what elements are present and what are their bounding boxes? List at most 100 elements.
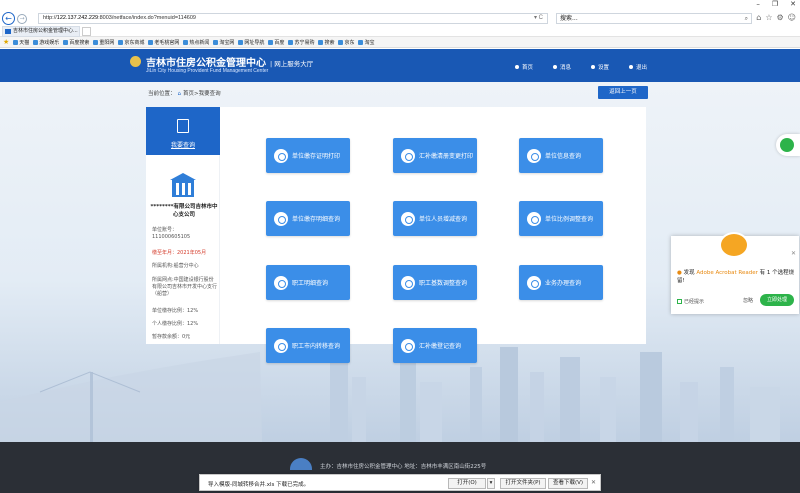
open-folder-button[interactable]: 打开文件夹(P) [500, 478, 546, 489]
site-header: 吉林市住房公积金管理中心 | 网上服务大厅 JiLin City Housing … [0, 49, 800, 82]
search-icon [401, 211, 415, 226]
home-icon [515, 65, 519, 69]
favorites-star-icon[interactable]: ★ [3, 38, 9, 46]
search-icon[interactable]: ⌕ [745, 14, 748, 23]
search-icon [527, 211, 541, 226]
open-dropdown-icon[interactable]: ▾ [487, 478, 495, 489]
window-controls: – ❐ ✕ [756, 0, 796, 8]
link-icon [148, 39, 154, 45]
footer-emblem-icon [290, 458, 312, 470]
query-document-icon [177, 119, 189, 133]
emblem-logo-icon [130, 56, 141, 67]
url-host: 122.137.242.229 [56, 15, 99, 21]
sidebar: 我要查询 ********有限公司吉林市中心支公司 单位账号： 11100060… [146, 107, 220, 344]
favorite-link[interactable]: 搜索 [318, 39, 334, 46]
print-icon [274, 148, 288, 163]
close-icon[interactable]: ✕ [791, 250, 796, 257]
site-title-english: JiLin City Housing Provident Fund Manage… [146, 68, 269, 74]
sidebar-heading[interactable]: 我要查询 [146, 107, 220, 155]
download-bar: 导入模版-同城转移合并.xls 下载已完成。 打开(O) ▾ 打开文件夹(P) … [199, 474, 601, 491]
back-arrow-icon[interactable]: ← [2, 12, 15, 25]
handle-now-button[interactable]: 立即处理 [760, 294, 794, 306]
wifi-icon [780, 138, 794, 152]
nav-logout[interactable]: 退出 [629, 63, 647, 71]
nav-messages[interactable]: 消息 [553, 63, 571, 71]
tab-active[interactable]: 吉林市住房公积金管理中心... [2, 26, 80, 37]
favorite-link[interactable]: 重阳网 [93, 39, 114, 46]
favorite-link[interactable]: 热点新闻 [183, 39, 209, 46]
home-icon: ⌂ [177, 91, 182, 97]
favorites-star-icon[interactable]: ☆ [765, 13, 772, 22]
favorite-link[interactable]: 京东商城 [118, 39, 144, 46]
tile-employee-detail[interactable]: 职工明细查询 [266, 265, 350, 300]
tile-unit-deposit-certificate[interactable]: 单位缴存证明打印 [266, 138, 350, 173]
tile-unit-ratio-adjust[interactable]: 单位比例调整查询 [519, 201, 603, 236]
mascot-icon [719, 232, 749, 258]
search-input[interactable]: 搜索... ⌕ [556, 13, 752, 24]
favorite-link[interactable]: 百度搜索 [63, 39, 89, 46]
link-icon [93, 39, 99, 45]
tile-supplement-register-print[interactable]: 汇补缴清册变更打印 [393, 138, 477, 173]
notification-message: ● 发现 Adobe Acrobat Reader 有 1 个选程烧留! [677, 270, 795, 284]
link-icon [213, 39, 219, 45]
window-titlebar: – ❐ ✕ [0, 0, 800, 11]
maximize-icon[interactable]: ❐ [772, 0, 778, 8]
site-subtitle: | 网上服务大厅 [270, 60, 314, 68]
power-icon [629, 65, 634, 69]
tile-unit-deposit-detail[interactable]: 单位缴存明细查询 [266, 201, 350, 236]
tab-title: 吉林市住房公积金管理中心... [13, 28, 78, 34]
favorite-link[interactable]: 游戏娱乐 [33, 39, 59, 46]
tile-unit-info-query[interactable]: 单位信息查询 [519, 138, 603, 173]
wifi-widget[interactable] [776, 134, 800, 156]
warning-icon: ● [677, 270, 682, 276]
nav-settings[interactable]: 设置 [591, 63, 609, 71]
breadcrumb-home[interactable]: 首页 [183, 91, 194, 97]
paid-until: 缴至年月：2021年05月 [152, 250, 207, 256]
breadcrumb-current: >我要查询 [194, 91, 221, 97]
new-tab-button[interactable] [82, 27, 91, 36]
favorite-link[interactable]: 淘宝网 [213, 39, 234, 46]
favorite-link[interactable]: 京东 [338, 39, 354, 46]
favorite-link[interactable]: 淘宝 [358, 39, 375, 46]
link-icon [318, 39, 324, 45]
back-button[interactable]: 返回上一页 [598, 86, 648, 99]
favorite-link[interactable]: 老毛桃官网 [148, 39, 179, 46]
download-message: 导入模版-同城转移合并.xls 下载已完成。 [208, 482, 310, 488]
link-icon [63, 39, 69, 45]
refresh-icon[interactable]: ▾ C [534, 14, 543, 23]
favorite-link[interactable]: 网址导航 [238, 39, 264, 46]
url-input[interactable]: http://122.137.242.229:8003/netface/inde… [38, 13, 548, 24]
search-icon [401, 338, 415, 353]
tile-supplement-register-query[interactable]: 汇补缴登记查询 [393, 328, 477, 363]
forward-arrow-icon[interactable]: → [17, 13, 27, 24]
breadcrumb: 当前位置： ⌂ 首页>我要查询 [148, 89, 221, 97]
checkbox-icon [677, 299, 682, 304]
home-icon[interactable]: ⌂ [756, 13, 761, 22]
tile-unit-staff-change[interactable]: 单位人员增减查询 [393, 201, 477, 236]
link-icon [13, 39, 19, 45]
smiley-icon[interactable]: ☺ [788, 13, 796, 22]
link-icon [358, 39, 364, 45]
minimize-icon[interactable]: – [756, 0, 760, 8]
nav-home[interactable]: 首页 [515, 63, 533, 71]
settings-gear-icon[interactable]: ⚙ [776, 13, 783, 22]
ignore-link[interactable]: 忽略 [743, 297, 753, 304]
gear-icon [591, 65, 596, 69]
notification-checkbox[interactable]: 已经提示 [677, 298, 704, 305]
favorite-link[interactable]: 百度 [268, 39, 284, 46]
tile-employee-transfer[interactable]: 职工市内转移查询 [266, 328, 350, 363]
link-icon [238, 39, 244, 45]
toolbar-icons: ⌂ ☆ ⚙ ☺ [756, 13, 796, 22]
open-button[interactable]: 打开(O) [448, 478, 486, 489]
close-icon[interactable]: ✕ [591, 479, 596, 486]
notification-app-name: Adobe Acrobat Reader [696, 270, 758, 276]
personal-ratio: 个人缴存比例：12% [152, 321, 199, 327]
favorite-link[interactable]: 天猫 [13, 39, 29, 46]
site-title: 吉林市住房公积金管理中心 | 网上服务大厅 [146, 54, 313, 69]
view-downloads-button[interactable]: 查看下载(V) [548, 478, 588, 489]
tile-employee-base-adjust[interactable]: 职工基数调整查询 [393, 265, 477, 300]
favorite-link[interactable]: 苏宁易购 [288, 39, 314, 46]
print-icon [401, 148, 415, 163]
tile-business-query[interactable]: 业务办理查询 [519, 265, 603, 300]
close-window-icon[interactable]: ✕ [790, 0, 796, 8]
